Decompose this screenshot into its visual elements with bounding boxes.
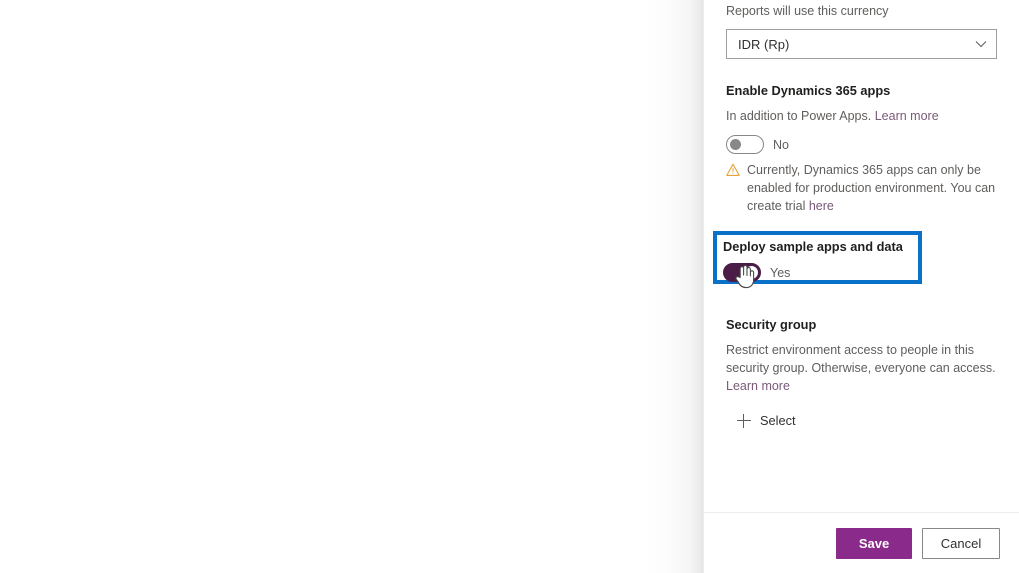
dynamics-apps-title: Enable Dynamics 365 apps [726,83,891,98]
security-group-section: Security group Restrict environment acce… [726,317,997,428]
dynamics-apps-description: In addition to Power Apps. Learn more [726,107,997,125]
deploy-sample-apps-toggle-row: Yes [723,263,918,282]
deploy-sample-apps-highlight: Deploy sample apps and data Yes [713,231,922,284]
currency-field-group: Reports will use this currency IDR (Rp) [726,0,997,59]
deploy-sample-apps-toggle[interactable] [723,263,761,282]
toggle-knob [745,266,758,279]
plus-icon [737,413,751,428]
deploy-sample-apps-toggle-state: Yes [770,265,791,280]
dynamics-apps-toggle-row: No [726,135,997,154]
security-group-select-button[interactable]: Select [726,413,997,428]
security-group-learn-more-link[interactable]: Learn more [726,379,790,393]
dynamics-apps-description-text: In addition to Power Apps. [726,109,872,123]
panel-body: Reports will use this currency IDR (Rp) … [704,0,1019,512]
dynamics-apps-toggle[interactable] [726,135,764,154]
security-group-description: Restrict environment access to people in… [726,341,997,395]
page-backdrop [0,0,703,573]
cancel-button[interactable]: Cancel [922,527,1000,559]
chevron-down-icon [975,38,987,50]
warning-triangle-icon [726,163,740,177]
save-button[interactable]: Save [836,527,912,559]
dynamics-apps-group: Enable Dynamics 365 apps In addition to … [726,83,997,215]
environment-settings-panel: Reports will use this currency IDR (Rp) … [703,0,1019,573]
toggle-knob [730,139,741,150]
dynamics-warning: Currently, Dynamics 365 apps can only be… [726,161,997,215]
app-root: Reports will use this currency IDR (Rp) … [0,0,1019,573]
dynamics-create-trial-link[interactable]: here [809,199,834,213]
dynamics-apps-toggle-state: No [773,137,789,152]
security-group-description-text: Restrict environment access to people in… [726,343,996,375]
dynamics-learn-more-link[interactable]: Learn more [875,109,939,123]
dynamics-warning-text-wrap: Currently, Dynamics 365 apps can only be… [747,161,997,215]
currency-selected-value: IDR (Rp) [738,36,790,52]
deploy-sample-apps-group: Deploy sample apps and data Yes [717,235,918,282]
panel-footer: Save Cancel [704,512,1019,573]
deploy-sample-apps-title: Deploy sample apps and data [723,239,903,254]
currency-dropdown[interactable]: IDR (Rp) [726,29,997,59]
security-group-title: Security group [726,317,817,332]
currency-label: Reports will use this currency [726,4,889,18]
dynamics-warning-text: Currently, Dynamics 365 apps can only be… [747,163,996,213]
security-group-select-label: Select [760,413,796,428]
